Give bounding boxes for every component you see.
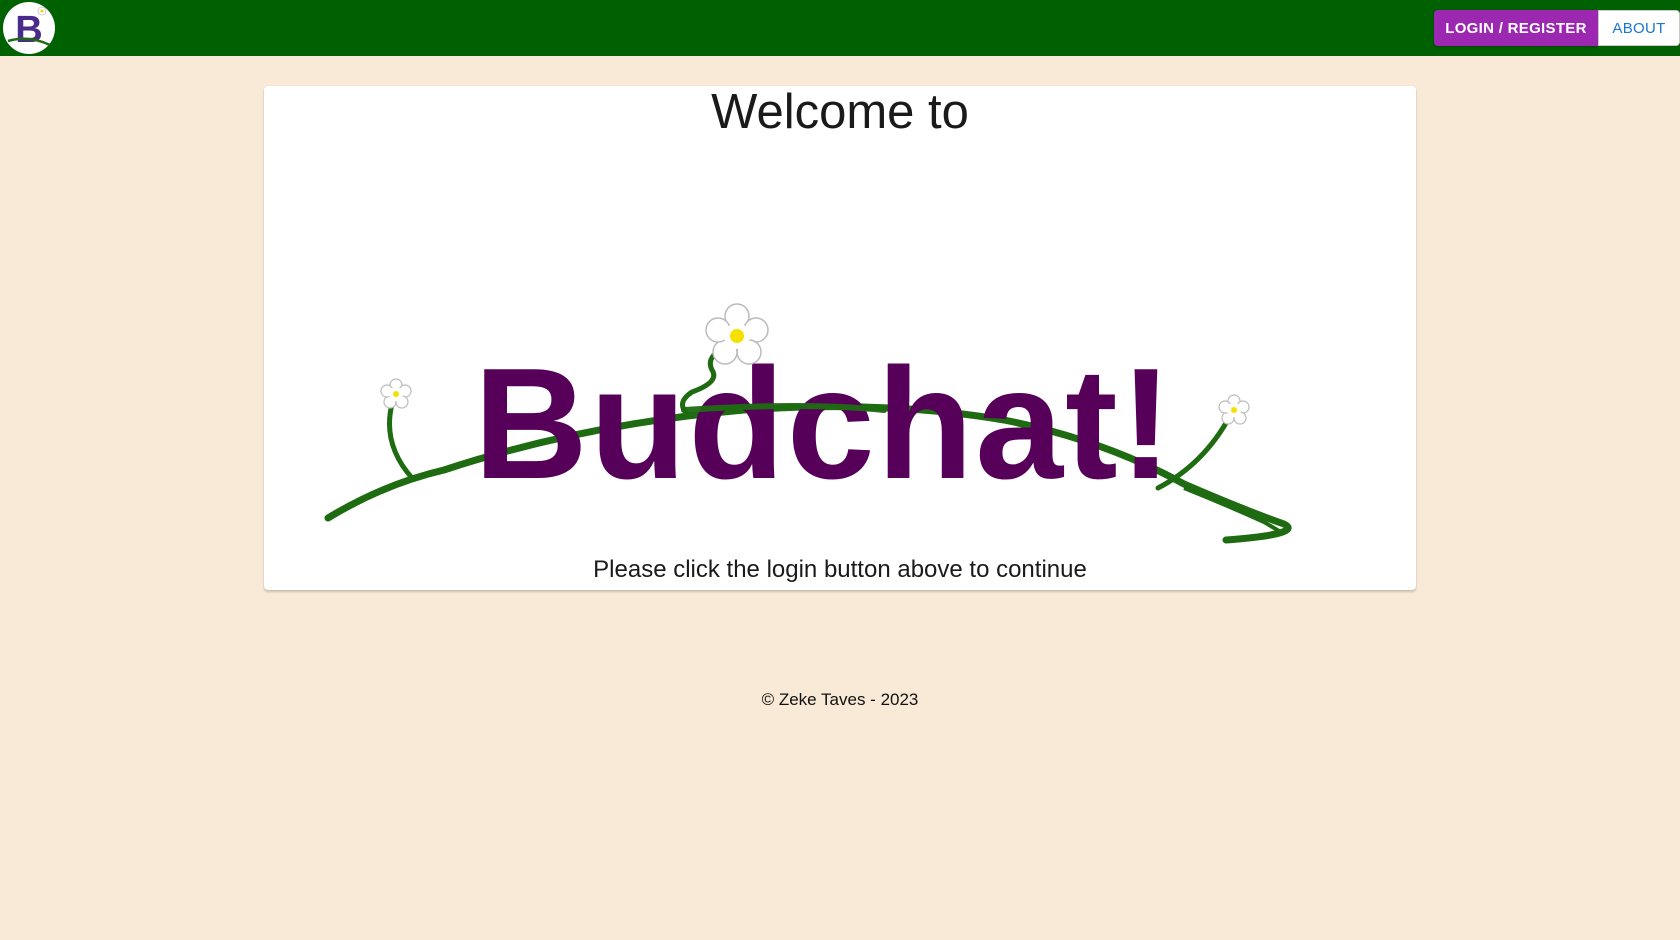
welcome-heading: Welcome to <box>711 85 969 139</box>
footer-copyright: © Zeke Taves - 2023 <box>761 690 919 709</box>
login-prompt-text: Please click the login button above to c… <box>593 556 1087 583</box>
flower-right-icon <box>1218 394 1250 425</box>
brand-wordmark: Budchat! <box>474 336 1175 512</box>
budchat-logo-icon: B <box>3 2 55 54</box>
budchat-hero-logo: Budchat! <box>324 303 1292 544</box>
svg-text:B: B <box>15 9 42 51</box>
login-register-button[interactable]: LOGIN / REGISTER <box>1434 10 1598 46</box>
flower-left-icon <box>380 378 412 409</box>
welcome-card: Welcome to Budchat! Please click the log… <box>264 86 1416 590</box>
about-button[interactable]: ABOUT <box>1598 10 1680 46</box>
top-navbar: B LOGIN / REGISTER ABOUT <box>0 0 1680 56</box>
flower-center-icon <box>705 303 769 365</box>
app-logo[interactable]: B <box>2 1 56 55</box>
nav-buttons: LOGIN / REGISTER ABOUT <box>1434 10 1680 46</box>
